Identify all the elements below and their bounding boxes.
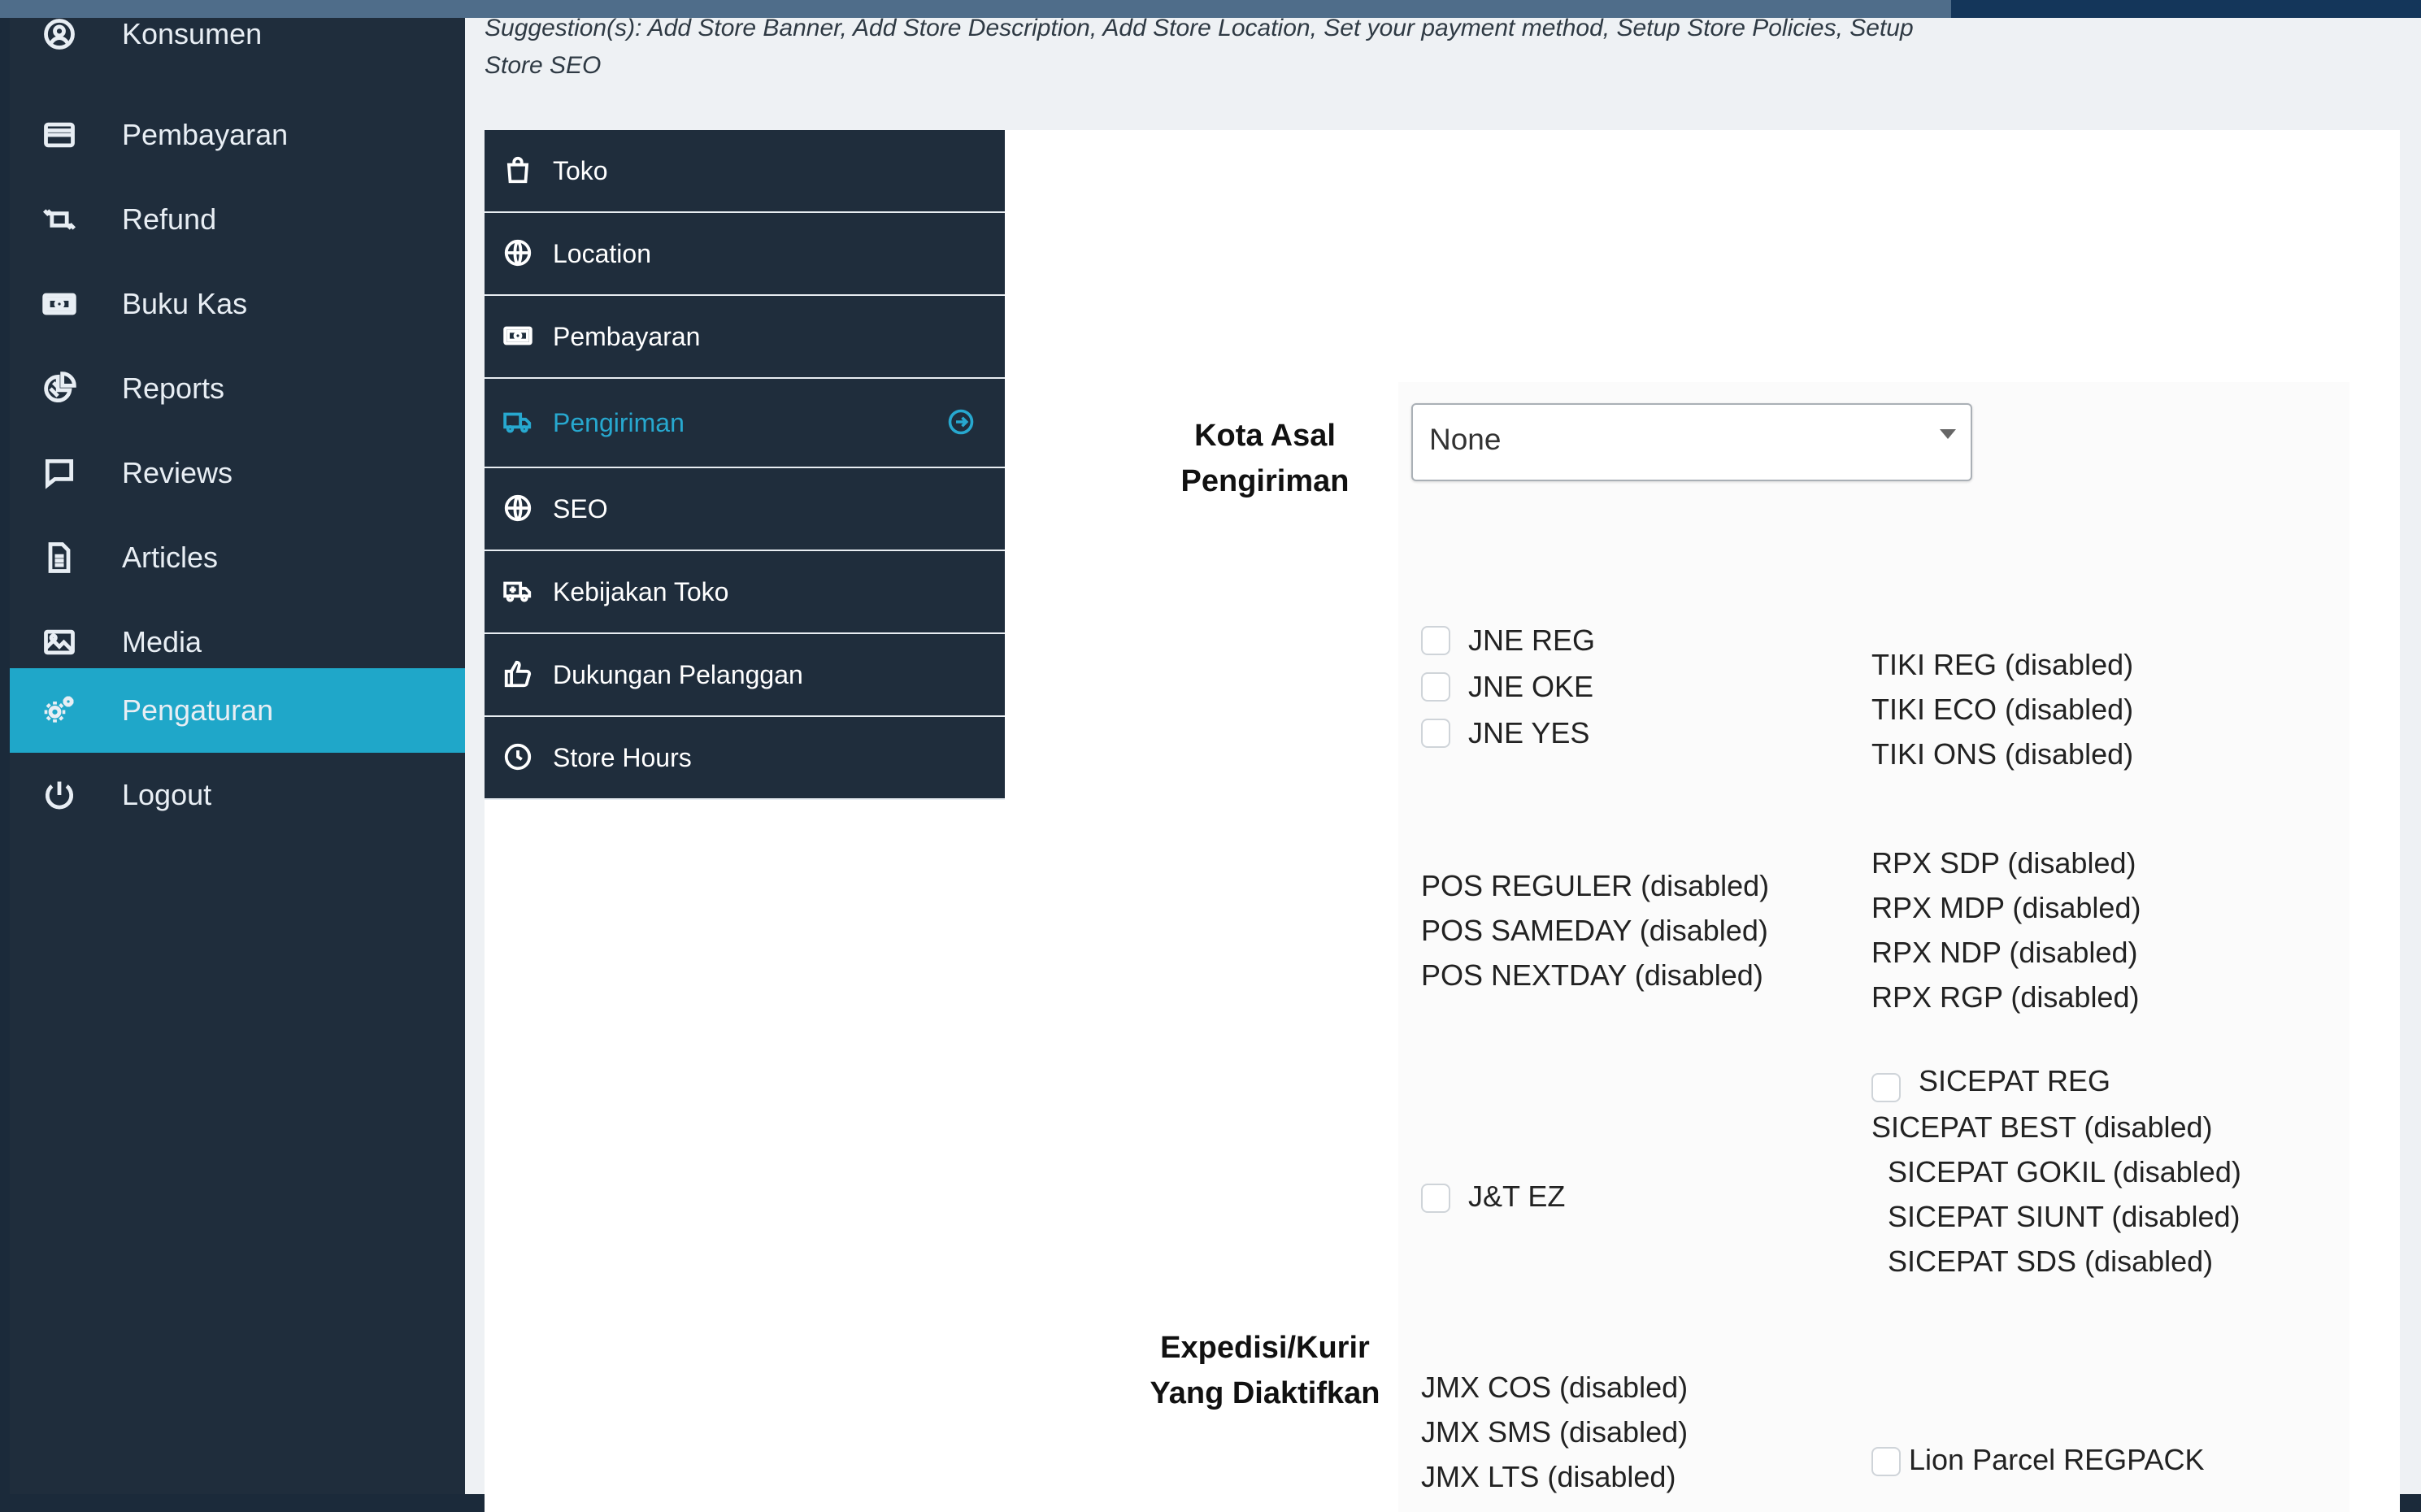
cash-icon [502, 320, 535, 353]
option-rpx-rgp: RPX RGP (disabled) [1871, 980, 2140, 1014]
tab-toko[interactable]: Toko [485, 130, 1005, 213]
option-jne-yes: JNE YES [1468, 716, 1590, 749]
sidebar-item-label: Articles [122, 541, 219, 574]
option-rpx-mdp: RPX MDP (disabled) [1871, 891, 2141, 924]
checkbox-jne-yes[interactable] [1421, 719, 1450, 748]
sidebar-item-pengaturan[interactable]: Pengaturan [10, 668, 465, 753]
option-pos-reguler: POS REGULER (disabled) [1421, 869, 1770, 902]
option-sicepat-sds: SICEPAT SDS (disabled) [1888, 1245, 2214, 1278]
tab-label: Store Hours [553, 742, 692, 772]
tab-store-hours[interactable]: Store Hours [485, 717, 1005, 800]
arrow-right-circle-icon [946, 407, 977, 438]
sidebar-item-articles[interactable]: Articles [10, 515, 465, 600]
tab-label: Location [553, 238, 651, 268]
gears-icon [41, 692, 78, 729]
chat-icon [41, 454, 78, 492]
tab-pembayaran[interactable]: Pembayaran [485, 296, 1005, 379]
checkbox-sicepat-reg[interactable] [1871, 1073, 1901, 1102]
option-lion-regpack: Lion Parcel REGPACK [1909, 1443, 2205, 1476]
tab-label: SEO [553, 493, 608, 524]
option-rpx-ndp: RPX NDP (disabled) [1871, 936, 2138, 969]
ambulance-icon [502, 576, 535, 608]
tab-location[interactable]: Location [485, 213, 1005, 296]
option-jne-reg: JNE REG [1468, 623, 1596, 657]
main-content: Suggestion(s): Add Store Banner, Add Sto… [465, 15, 2421, 1512]
option-sicepat-siunt: SICEPAT SIUNT (disabled) [1888, 1200, 2241, 1233]
pie-chart-icon [41, 370, 78, 407]
sidebar-item-refund[interactable]: Refund [10, 177, 465, 262]
globe-icon [502, 237, 535, 270]
refund-icon [41, 201, 78, 238]
origin-city-select-value: None [1429, 423, 1502, 456]
option-tiki-reg: TIKI REG (disabled) [1871, 648, 2134, 681]
checkbox-lion-regpack[interactable] [1871, 1447, 1901, 1476]
tab-label: Pembayaran [553, 321, 701, 351]
sidebar-item-reports[interactable]: Reports [10, 346, 465, 431]
checkbox-jne-oke[interactable] [1421, 672, 1450, 702]
couriers-label-line: Expedisi/Kurir [1160, 1331, 1370, 1365]
option-jmx-cos: JMX COS (disabled) [1421, 1371, 1689, 1404]
option-pos-nextday: POS NEXTDAY (disabled) [1421, 958, 1763, 992]
shopping-bag-icon [502, 154, 535, 187]
checkbox-jnt-ez[interactable] [1421, 1184, 1450, 1213]
clock-icon [502, 741, 535, 774]
option-sicepat-gokil: SICEPAT GOKIL (disabled) [1888, 1155, 2241, 1188]
document-icon [41, 539, 78, 576]
sidebar-item-logout[interactable]: Logout [10, 753, 465, 837]
thumbs-up-icon [502, 658, 535, 691]
couriers-label-line: Yang Diaktifkan [1150, 1376, 1380, 1410]
sidebar-item-label: Konsumen [122, 17, 263, 50]
sidebar-item-reviews[interactable]: Reviews [10, 431, 465, 515]
origin-city-label: Kota Asal Pengiriman [1119, 413, 1411, 504]
option-jne-oke: JNE OKE [1468, 670, 1594, 703]
sidebar-item-label: Buku Kas [122, 287, 248, 320]
sidebar-item-label: Refund [122, 202, 217, 236]
checkbox-jne-reg[interactable] [1421, 626, 1450, 655]
tab-label: Toko [553, 155, 608, 185]
origin-city-select[interactable]: None [1411, 403, 1972, 481]
sidebar-item-konsumen[interactable]: Konsumen [10, 0, 465, 68]
sidebar-item-pembayaran[interactable]: Pembayaran [10, 93, 465, 177]
sidebar-item-label: Pembayaran [122, 118, 289, 151]
origin-city-label-line: Pengiriman [1180, 464, 1350, 498]
option-jmx-lts: JMX LTS (disabled) [1421, 1460, 1676, 1493]
sidebar-item-label: Reviews [122, 456, 233, 489]
option-pos-sameday: POS SAMEDAY (disabled) [1421, 914, 1768, 947]
option-tiki-eco: TIKI ECO (disabled) [1871, 693, 2134, 726]
cash-icon [41, 285, 78, 323]
credit-card-icon [41, 116, 78, 154]
option-rpx-sdp: RPX SDP (disabled) [1871, 846, 2136, 880]
tab-pengiriman[interactable]: Pengiriman [485, 379, 1005, 468]
truck-icon [502, 406, 535, 439]
settings-panel: Toko Location Pembayaran Pengiriman SEO … [485, 130, 2400, 1512]
tab-kebijakan-toko[interactable]: Kebijakan Toko [485, 551, 1005, 634]
globe-icon [502, 493, 535, 525]
sidebar-item-label: Reports [122, 371, 225, 405]
option-sicepat-best: SICEPAT BEST (disabled) [1871, 1110, 2213, 1144]
sidebar-item-label: Pengaturan [122, 693, 274, 727]
suggestion-text: Suggestion(s): Add Store Banner, Add Sto… [485, 10, 2029, 85]
tab-label: Pengiriman [553, 407, 685, 437]
option-sicepat-reg: SICEPAT REG [1919, 1064, 2111, 1097]
chevron-down-icon [1940, 429, 1956, 439]
tab-label: Dukungan Pelanggan [553, 659, 803, 689]
settings-submenu: Toko Location Pembayaran Pengiriman SEO … [485, 130, 1005, 800]
suggestion-line: Store SEO [485, 52, 602, 79]
tab-seo[interactable]: SEO [485, 468, 1005, 551]
tab-label: Kebijakan Toko [553, 576, 729, 606]
option-tiki-ons: TIKI ONS (disabled) [1871, 737, 2134, 771]
sidebar-item-buku-kas[interactable]: Buku Kas [10, 262, 465, 346]
tab-dukungan-pelanggan[interactable]: Dukungan Pelanggan [485, 634, 1005, 717]
suggestion-line: Suggestion(s): Add Store Banner, Add Sto… [485, 15, 1914, 41]
image-icon [41, 623, 78, 661]
sidebar-item-label: Media [122, 625, 202, 658]
sidebar-item-label: Logout [122, 778, 212, 811]
option-jmx-sms: JMX SMS (disabled) [1421, 1415, 1689, 1449]
option-jnt-ez: J&T EZ [1468, 1180, 1566, 1213]
power-icon [41, 776, 78, 814]
origin-city-label-line: Kota Asal [1194, 419, 1336, 453]
couriers-label: Expedisi/Kurir Yang Diaktifkan [1119, 1325, 1411, 1416]
main-sidebar: Konsumen Pembayaran Refund Buku Kas Repo… [10, 17, 465, 1494]
user-circle-icon [41, 15, 78, 53]
